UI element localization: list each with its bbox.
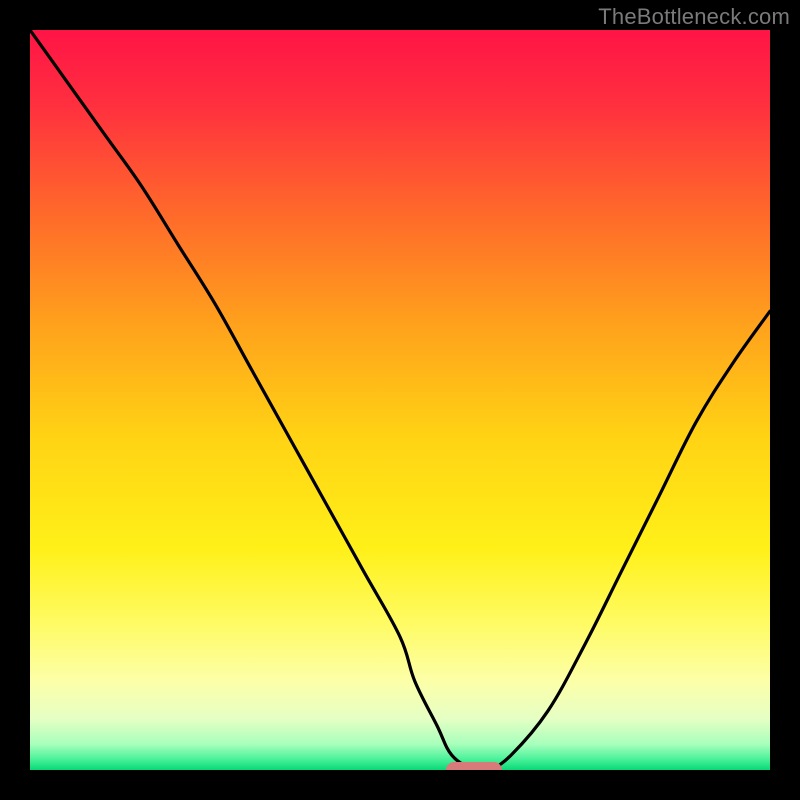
- chart-svg: [30, 30, 770, 770]
- optimal-marker: [446, 762, 502, 770]
- plot-area: [30, 30, 770, 770]
- chart-frame: TheBottleneck.com: [0, 0, 800, 800]
- gradient-background: [30, 30, 770, 770]
- watermark-text: TheBottleneck.com: [598, 4, 790, 30]
